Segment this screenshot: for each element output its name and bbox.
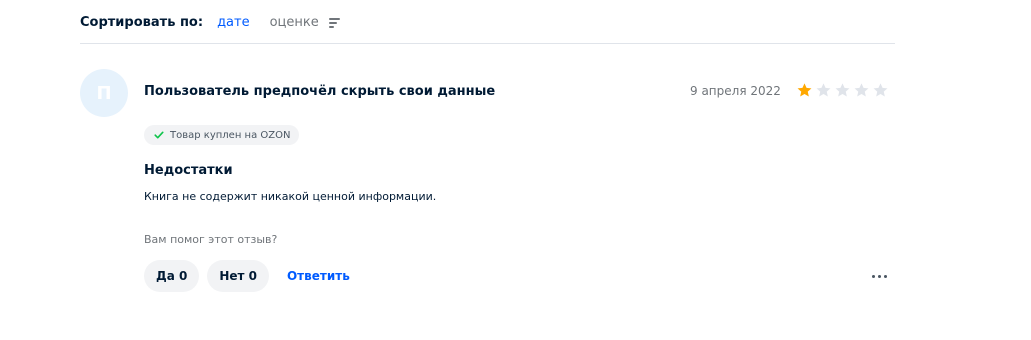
star-icon: [835, 83, 850, 97]
rating-stars: [796, 82, 889, 99]
star-icon: [797, 83, 812, 97]
vote-yes-button[interactable]: Да 0: [144, 260, 200, 292]
review-author: Пользователь предпочёл скрыть свои данны…: [144, 84, 496, 99]
more-options-icon[interactable]: [866, 268, 892, 284]
avatar: П: [80, 69, 128, 117]
reply-link[interactable]: Ответить: [287, 269, 350, 283]
check-icon: [154, 131, 164, 139]
verified-purchase-badge: Товар куплен на OZON: [144, 125, 300, 145]
star-icon: [816, 83, 831, 97]
sort-option-date[interactable]: дате: [217, 15, 250, 30]
sort-label: Сортировать по:: [80, 15, 204, 30]
helpful-question: Вам помог этот отзыв?: [144, 233, 278, 246]
star-icon: [873, 83, 888, 97]
vote-no-button[interactable]: Нет 0: [207, 260, 269, 292]
sort-option-rating[interactable]: оценке: [270, 15, 319, 30]
vote-row: Да 0 Нет 0 Ответить: [144, 260, 350, 292]
star-icon: [854, 83, 869, 97]
sort-lines-icon[interactable]: [328, 17, 341, 28]
badge-label: Товар куплен на OZON: [170, 129, 291, 141]
sort-bar: Сортировать по: дате оценке: [80, 12, 895, 44]
review-date: 9 апреля 2022: [690, 84, 781, 98]
section-text: Книга не содержит никакой ценной информа…: [144, 190, 437, 203]
section-title: Недостатки: [144, 163, 233, 178]
